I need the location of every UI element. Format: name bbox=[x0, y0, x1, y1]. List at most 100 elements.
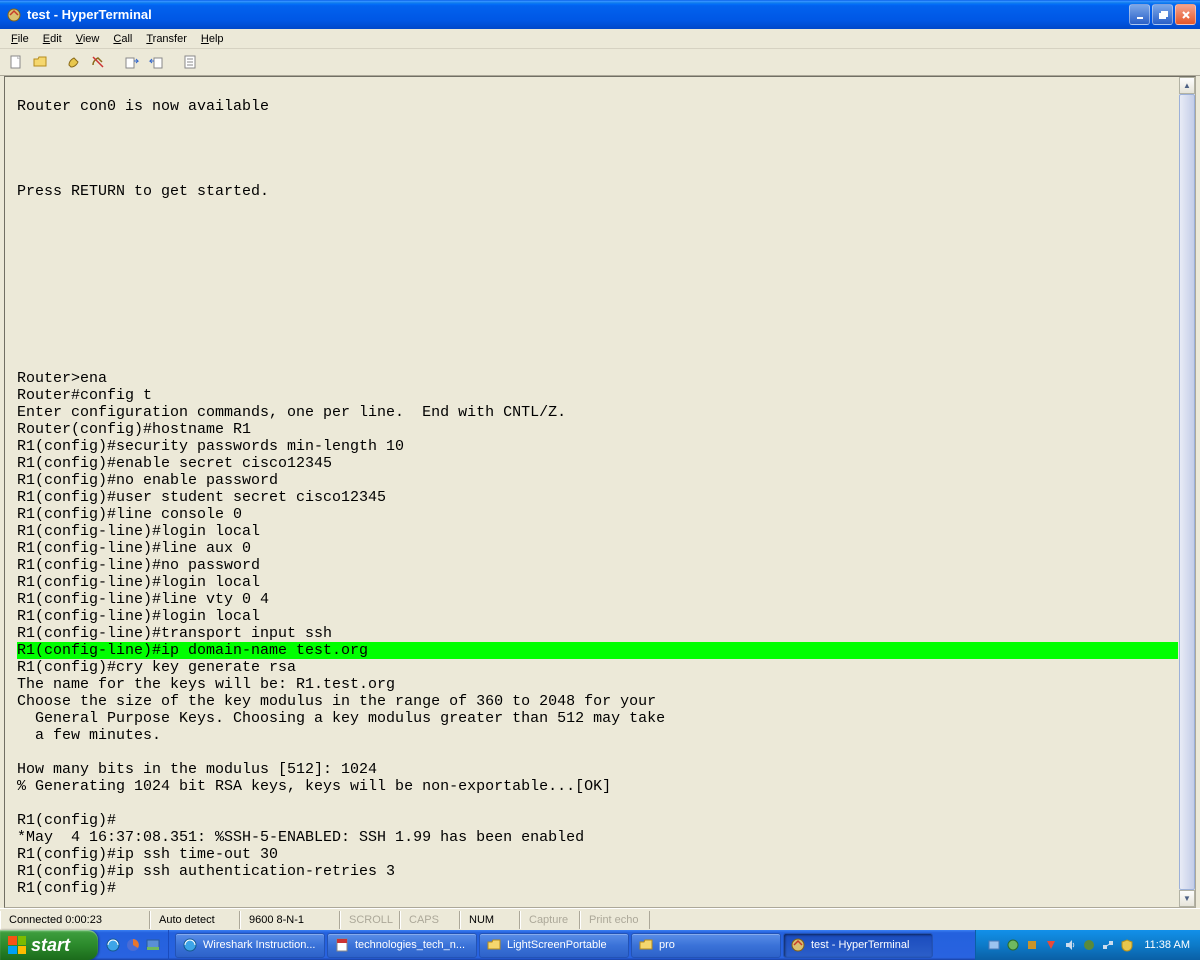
terminal-line: R1(config)#no enable password bbox=[17, 472, 1178, 489]
hyperterminal-icon bbox=[6, 7, 22, 23]
taskbar: start Wireshark Instruction... technologi… bbox=[0, 930, 1200, 960]
terminal-line: The name for the keys will be: R1.test.o… bbox=[17, 676, 1178, 693]
vertical-scrollbar[interactable]: ▲ ▼ bbox=[1178, 77, 1195, 907]
taskbar-item[interactable]: LightScreenPortable bbox=[479, 933, 629, 958]
folder-icon bbox=[638, 937, 654, 953]
terminal-line bbox=[17, 795, 1178, 812]
terminal-line: Choose the size of the key modulus in th… bbox=[17, 693, 1178, 710]
taskbar-item[interactable]: pro bbox=[631, 933, 781, 958]
scrollbar-track[interactable] bbox=[1179, 94, 1195, 890]
tray-icon[interactable] bbox=[1043, 937, 1059, 953]
terminal-line: R1(config)# bbox=[17, 812, 1178, 829]
shield-icon[interactable] bbox=[1119, 937, 1135, 953]
status-connected: Connected 0:00:23 bbox=[0, 911, 150, 929]
taskbar-item-label: test - HyperTerminal bbox=[811, 939, 909, 951]
status-echo: Print echo bbox=[580, 911, 650, 929]
minimize-button[interactable] bbox=[1129, 4, 1150, 25]
volume-icon[interactable] bbox=[1062, 937, 1078, 953]
terminal-line: Router#config t bbox=[17, 387, 1178, 404]
terminal-line bbox=[17, 285, 1178, 302]
menu-view[interactable]: View bbox=[69, 31, 107, 47]
taskbar-item[interactable]: Wireshark Instruction... bbox=[175, 933, 325, 958]
status-bar: Connected 0:00:23 Auto detect 9600 8-N-1… bbox=[0, 908, 1200, 930]
terminal-line: Enter configuration commands, one per li… bbox=[17, 404, 1178, 421]
window-title: test - HyperTerminal bbox=[27, 7, 152, 22]
terminal-line bbox=[17, 132, 1178, 149]
firefox-icon[interactable] bbox=[124, 936, 142, 954]
network-icon[interactable] bbox=[1100, 937, 1116, 953]
menu-help[interactable]: Help bbox=[194, 31, 231, 47]
status-capture: Capture bbox=[520, 911, 580, 929]
terminal-line bbox=[17, 251, 1178, 268]
receive-file-icon[interactable] bbox=[146, 52, 166, 72]
scroll-down-icon[interactable]: ▼ bbox=[1179, 890, 1195, 907]
terminal-line bbox=[17, 319, 1178, 336]
scroll-up-icon[interactable]: ▲ bbox=[1179, 77, 1195, 94]
status-scroll: SCROLL bbox=[340, 911, 400, 929]
terminal-line bbox=[17, 200, 1178, 217]
quick-launch bbox=[98, 930, 169, 960]
ie-icon[interactable] bbox=[104, 936, 122, 954]
terminal-line: R1(config-line)#login local bbox=[17, 523, 1178, 540]
terminal-line: R1(config)#enable secret cisco12345 bbox=[17, 455, 1178, 472]
ht-icon bbox=[790, 937, 806, 953]
terminal-line: General Purpose Keys. Choosing a key mod… bbox=[17, 710, 1178, 727]
terminal-line bbox=[17, 353, 1178, 370]
taskbar-item[interactable]: test - HyperTerminal bbox=[783, 933, 933, 958]
terminal-line: Press RETURN to get started. bbox=[17, 183, 1178, 200]
disconnect-icon[interactable] bbox=[88, 52, 108, 72]
pdf-icon bbox=[334, 937, 350, 953]
ie-icon bbox=[182, 937, 198, 953]
terminal-line: R1(config-line)#login local bbox=[17, 574, 1178, 591]
taskbar-item-label: Wireshark Instruction... bbox=[203, 939, 315, 951]
terminal-line: R1(config)#user student secret cisco1234… bbox=[17, 489, 1178, 506]
terminal-line: a few minutes. bbox=[17, 727, 1178, 744]
terminal-line bbox=[17, 166, 1178, 183]
terminal-line: How many bits in the modulus [512]: 1024 bbox=[17, 761, 1178, 778]
terminal-line: % Generating 1024 bit RSA keys, keys wil… bbox=[17, 778, 1178, 795]
terminal-output[interactable]: Router con0 is now availablePress RETURN… bbox=[5, 77, 1178, 907]
taskbar-items: Wireshark Instruction... technologies_tec… bbox=[169, 930, 975, 960]
taskbar-item-label: technologies_tech_n... bbox=[355, 939, 465, 951]
terminal-line: R1(config)#cry key generate rsa bbox=[17, 659, 1178, 676]
properties-icon[interactable] bbox=[180, 52, 200, 72]
tray-icon[interactable] bbox=[986, 937, 1002, 953]
taskbar-clock[interactable]: 11:38 AM bbox=[1144, 939, 1190, 951]
start-button[interactable]: start bbox=[0, 930, 98, 960]
terminal-line bbox=[17, 268, 1178, 285]
folder-icon bbox=[486, 937, 502, 953]
taskbar-item-label: pro bbox=[659, 939, 675, 951]
open-file-icon[interactable] bbox=[30, 52, 50, 72]
terminal-line: R1(config)#ip ssh time-out 30 bbox=[17, 846, 1178, 863]
terminal-line bbox=[17, 302, 1178, 319]
terminal-line: R1(config)#security passwords min-length… bbox=[17, 438, 1178, 455]
menu-file[interactable]: File bbox=[4, 31, 36, 47]
terminal-line: Router>ena bbox=[17, 370, 1178, 387]
terminal-line: R1(config)# bbox=[17, 880, 1178, 897]
system-tray: 11:38 AM bbox=[975, 930, 1200, 960]
terminal-line: R1(config-line)#line vty 0 4 bbox=[17, 591, 1178, 608]
terminal-line: R1(config-line)#no password bbox=[17, 557, 1178, 574]
scrollbar-thumb[interactable] bbox=[1179, 94, 1195, 890]
new-file-icon[interactable] bbox=[6, 52, 26, 72]
send-file-icon[interactable] bbox=[122, 52, 142, 72]
menu-transfer[interactable]: Transfer bbox=[139, 31, 194, 47]
status-caps: CAPS bbox=[400, 911, 460, 929]
tray-icon[interactable] bbox=[1081, 937, 1097, 953]
restore-button[interactable] bbox=[1152, 4, 1173, 25]
terminal-line: R1(config-line)#transport input ssh bbox=[17, 625, 1178, 642]
close-button[interactable] bbox=[1175, 4, 1196, 25]
menu-call[interactable]: Call bbox=[106, 31, 139, 47]
terminal-line bbox=[17, 744, 1178, 761]
status-detect: Auto detect bbox=[150, 911, 240, 929]
menu-edit[interactable]: Edit bbox=[36, 31, 69, 47]
connect-icon[interactable] bbox=[64, 52, 84, 72]
taskbar-item[interactable]: technologies_tech_n... bbox=[327, 933, 477, 958]
client-area: Router con0 is now availablePress RETURN… bbox=[4, 76, 1196, 908]
tray-icon[interactable] bbox=[1005, 937, 1021, 953]
terminal-line bbox=[17, 115, 1178, 132]
status-num: NUM bbox=[460, 911, 520, 929]
show-desktop-icon[interactable] bbox=[144, 936, 162, 954]
tray-icon[interactable] bbox=[1024, 937, 1040, 953]
terminal-line: R1(config)#ip ssh authentication-retries… bbox=[17, 863, 1178, 880]
